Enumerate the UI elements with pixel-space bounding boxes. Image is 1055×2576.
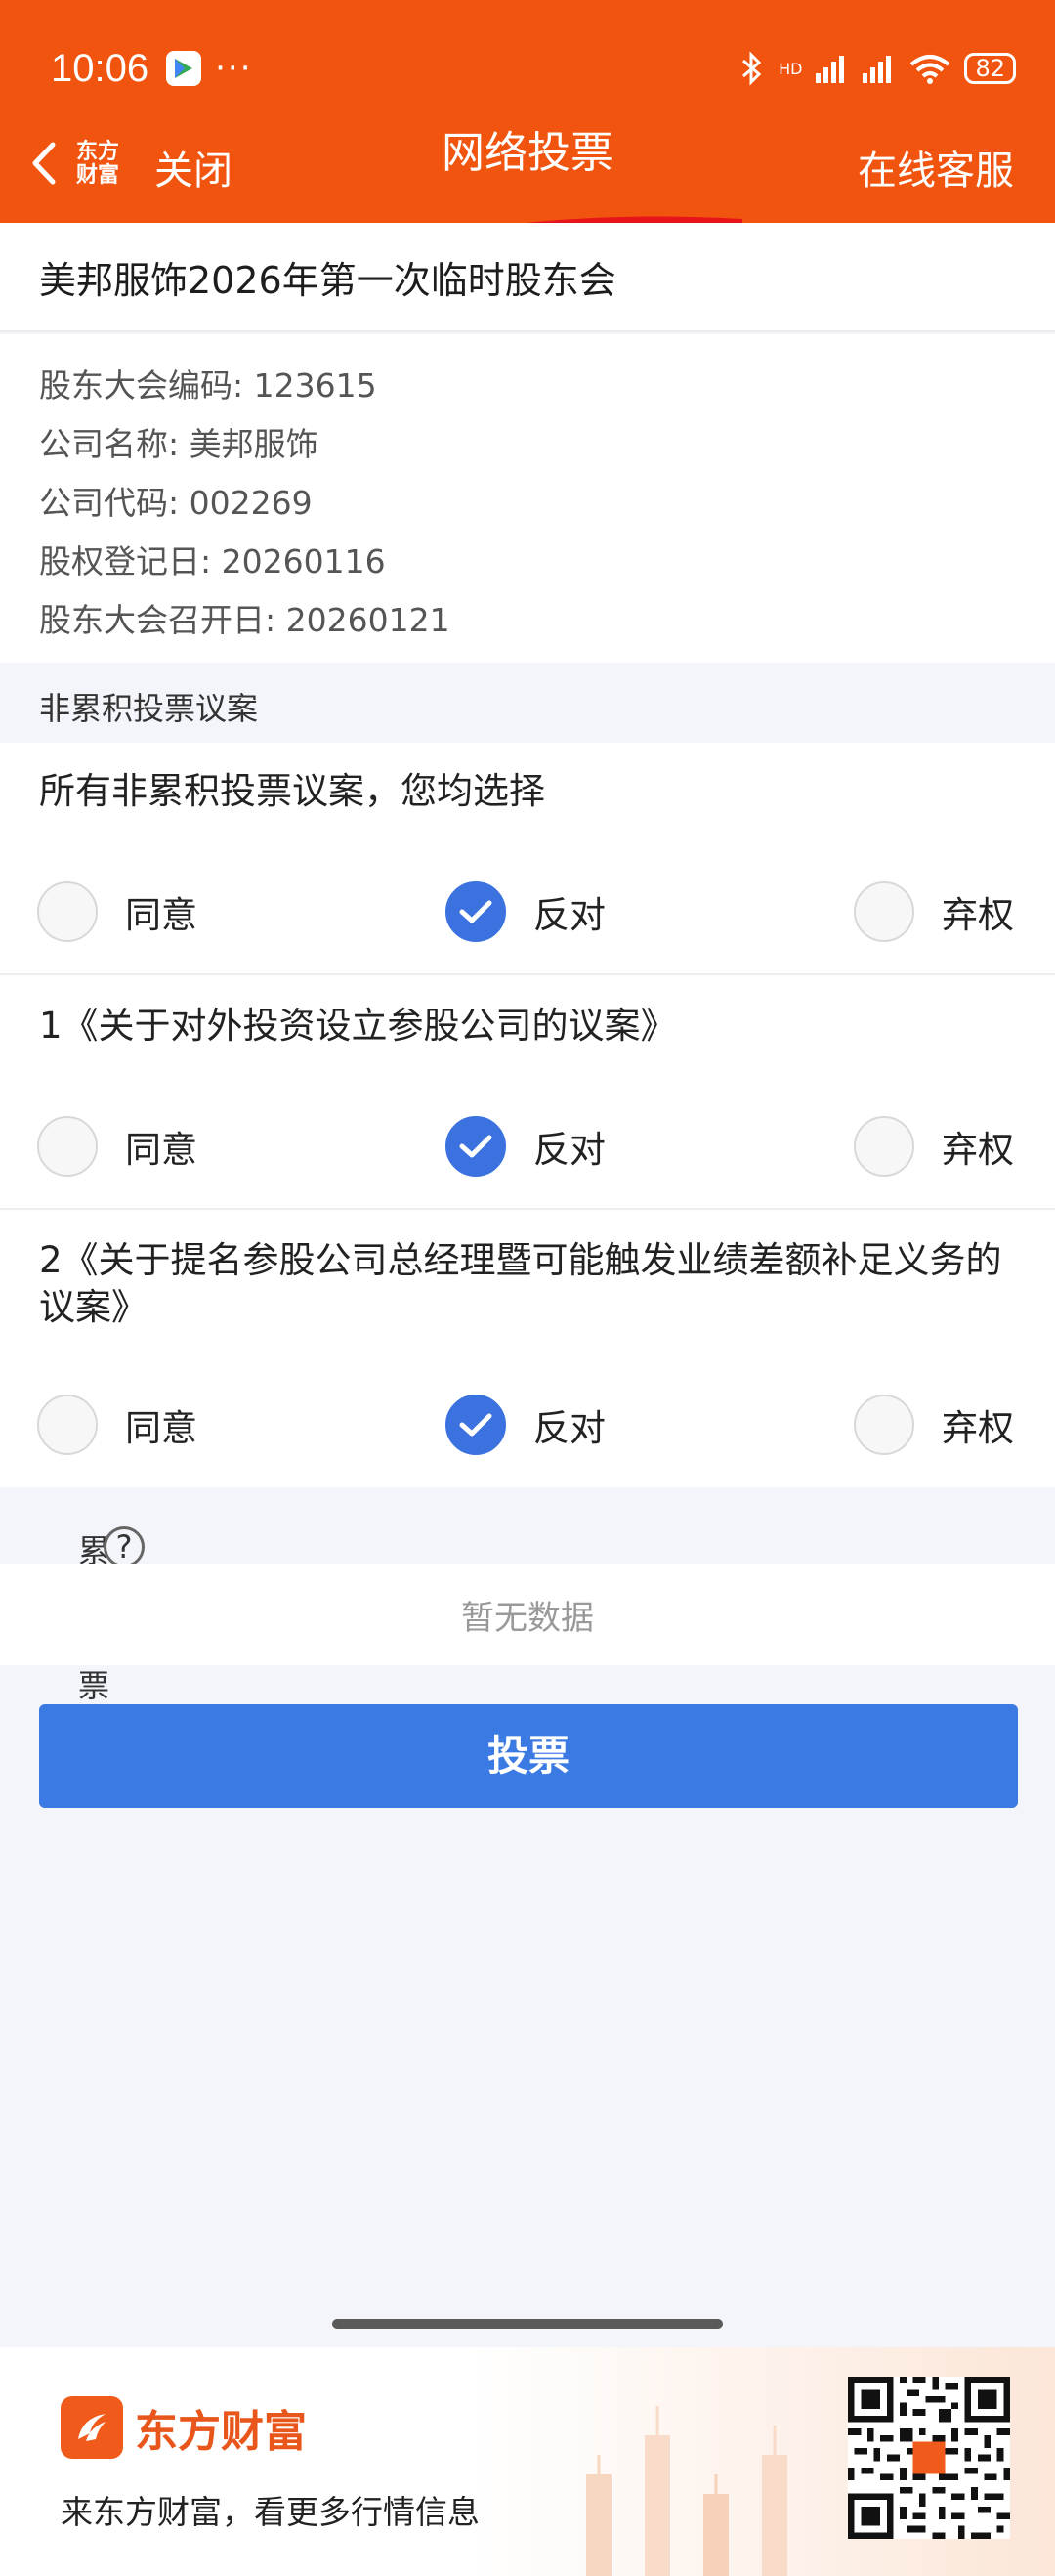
status-time: 10:06 bbox=[51, 46, 149, 90]
proposal-2-option-abstain[interactable]: 弃权 bbox=[854, 1395, 1014, 1455]
proposal-1-text: 1《关于对外投资设立参股公司的议案》 bbox=[39, 1005, 677, 1047]
top-bar: 10:06 ··· HD 82 东方 财富 关闭 网络投票 在线客服 bbox=[0, 0, 1055, 283]
proposal-1-option-oppose[interactable]: 反对 bbox=[445, 1116, 606, 1177]
status-icons: HD 82 bbox=[739, 51, 1016, 86]
radio-unchecked[interactable] bbox=[854, 881, 914, 942]
checkmark-icon[interactable] bbox=[445, 1116, 506, 1177]
radio-unchecked[interactable] bbox=[37, 1395, 98, 1455]
proposal-2-option-agree[interactable]: 同意 bbox=[37, 1395, 197, 1455]
option-label-agree: 同意 bbox=[125, 894, 197, 936]
nav-bar: 东方 财富 关闭 网络投票 在线客服 bbox=[0, 117, 1055, 283]
option-label-oppose: 反对 bbox=[533, 894, 606, 936]
cumulative-header: 累积投票议案? bbox=[0, 1487, 1055, 1794]
radio-unchecked[interactable] bbox=[854, 1116, 914, 1177]
proposal-1-option-agree[interactable]: 同意 bbox=[37, 1116, 197, 1177]
meeting-title: 美邦服饰2026年第一次临时股东会 bbox=[39, 259, 616, 302]
battery-indicator: 82 bbox=[964, 53, 1016, 84]
candlestick-decoration bbox=[586, 2406, 787, 2576]
option-label-abstain: 弃权 bbox=[942, 894, 1014, 936]
footer-logo: 东方财富 bbox=[61, 2396, 307, 2459]
footer-slogan: 来东方财富，看更多行情信息 bbox=[61, 2493, 480, 2531]
non-cumulative-title: 非累积投票议案 bbox=[39, 690, 259, 727]
select-all-option-agree[interactable]: 同意 bbox=[37, 881, 197, 942]
info-company-name: 公司名称: 美邦服饰 bbox=[39, 425, 318, 463]
empty-state-text: 暂无数据 bbox=[461, 1599, 594, 1638]
option-label-oppose: 反对 bbox=[533, 1407, 606, 1449]
divider bbox=[0, 973, 1055, 975]
select-all-text: 所有非累积投票议案，您均选择 bbox=[39, 770, 545, 812]
option-label-agree: 同意 bbox=[125, 1407, 197, 1449]
signal-icon bbox=[816, 56, 845, 83]
divider bbox=[0, 1208, 1055, 1210]
wifi-icon bbox=[910, 55, 950, 84]
brand-logo-icon bbox=[61, 2396, 123, 2459]
proposal-1-option-abstain[interactable]: 弃权 bbox=[854, 1116, 1014, 1177]
status-bar: 10:06 ··· HD 82 bbox=[51, 39, 1016, 98]
select-all-option-oppose[interactable]: 反对 bbox=[445, 881, 606, 942]
info-meeting-date: 股东大会召开日: 20260121 bbox=[39, 601, 450, 639]
radio-unchecked[interactable] bbox=[37, 881, 98, 942]
more-notifications-icon: ··· bbox=[215, 49, 253, 88]
online-service-button[interactable]: 在线客服 bbox=[858, 139, 1014, 195]
option-label-abstain: 弃权 bbox=[942, 1129, 1014, 1171]
checkmark-icon[interactable] bbox=[445, 881, 506, 942]
signal-hd-label: HD bbox=[779, 59, 803, 78]
vote-button[interactable]: 投票 bbox=[39, 1704, 1018, 1808]
non-cumulative-card: 所有非累积投票议案，您均选择 同意 反对 弃权 1《关于对外投资设立参股公司的议… bbox=[0, 743, 1055, 1487]
select-all-option-abstain[interactable]: 弃权 bbox=[854, 881, 1014, 942]
footer-brand-name: 东方财富 bbox=[135, 2407, 307, 2457]
meeting-info-card: 股东大会编码: 123615 公司名称: 美邦服饰 公司代码: 002269 股… bbox=[0, 334, 1055, 663]
proposal-2-text: 2《关于提名参股公司总经理暨可能触发业绩差额补足义务的议案》 bbox=[39, 1239, 1002, 1328]
non-cumulative-header: 非累积投票议案 bbox=[0, 665, 1055, 743]
qr-code-icon bbox=[848, 2377, 1010, 2539]
option-label-abstain: 弃权 bbox=[942, 1407, 1014, 1449]
option-label-oppose: 反对 bbox=[533, 1129, 606, 1171]
meeting-title-card: 美邦服饰2026年第一次临时股东会 bbox=[0, 223, 1055, 332]
signal-icon-2 bbox=[863, 56, 892, 83]
checkmark-icon[interactable] bbox=[445, 1395, 506, 1455]
cumulative-card: 暂无数据 bbox=[0, 1564, 1055, 1665]
bluetooth-icon bbox=[742, 51, 762, 86]
option-label-agree: 同意 bbox=[125, 1129, 197, 1171]
info-record-date: 股权登记日: 20260116 bbox=[39, 542, 386, 580]
footer-banner[interactable]: 东方财富 来东方财富，看更多行情信息 bbox=[0, 2347, 1055, 2576]
info-company-code: 公司代码: 002269 bbox=[39, 484, 313, 522]
radio-unchecked[interactable] bbox=[37, 1116, 98, 1177]
home-indicator[interactable] bbox=[332, 2319, 723, 2329]
play-store-icon bbox=[166, 51, 202, 86]
info-meeting-code: 股东大会编码: 123615 bbox=[39, 366, 377, 405]
proposal-2-option-oppose[interactable]: 反对 bbox=[445, 1395, 606, 1455]
help-icon[interactable]: ? bbox=[104, 1526, 145, 1567]
radio-unchecked[interactable] bbox=[854, 1395, 914, 1455]
